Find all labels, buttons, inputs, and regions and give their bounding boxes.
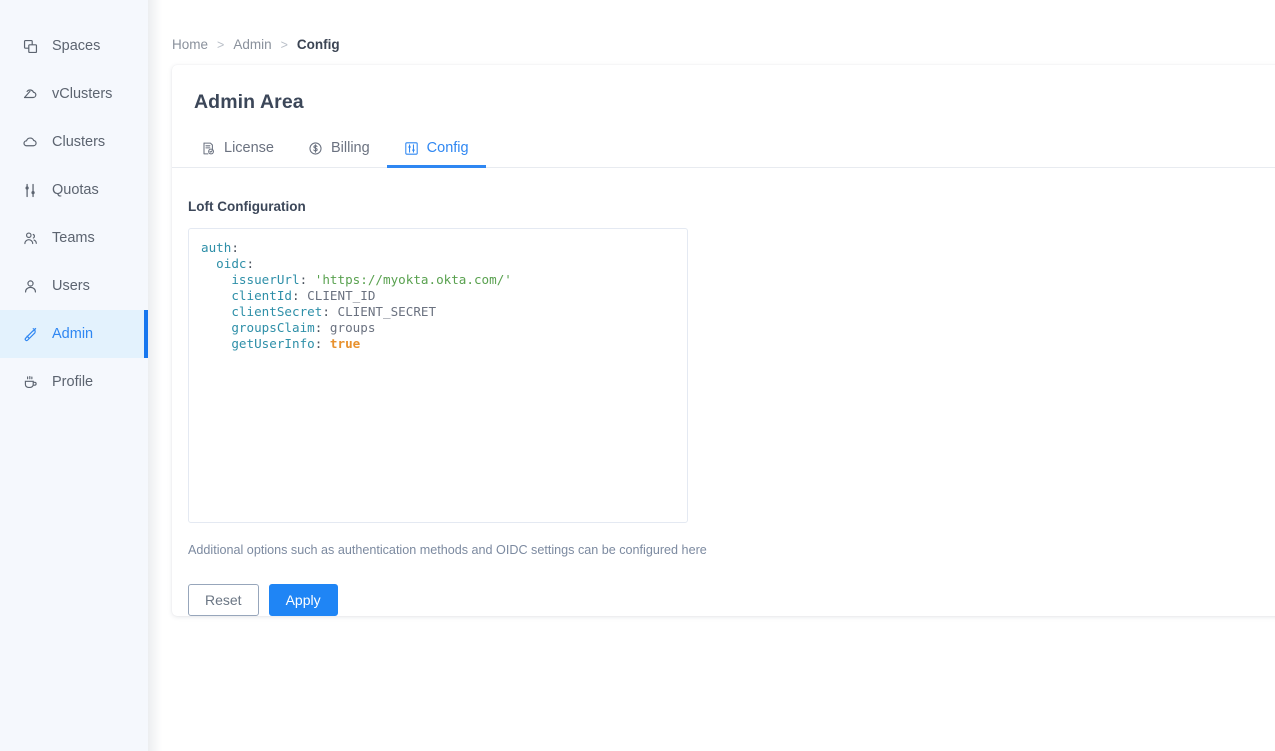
code-token-punct: : xyxy=(231,240,239,255)
sidebar-item-label: Admin xyxy=(52,327,93,342)
vclusters-icon xyxy=(22,86,39,103)
users-icon xyxy=(22,278,39,295)
breadcrumb-item-admin[interactable]: Admin xyxy=(233,37,271,52)
sidebar-item-vclusters[interactable]: vClusters xyxy=(0,70,148,118)
billing-icon xyxy=(308,141,323,156)
admin-icon xyxy=(22,326,39,343)
app-root: Spaces vClusters Clusters xyxy=(0,0,1275,751)
apply-button[interactable]: Apply xyxy=(269,584,338,616)
code-token-key: clientId xyxy=(201,288,292,303)
sidebar-item-label: Quotas xyxy=(52,183,99,198)
code-line: groupsClaim: groups xyxy=(201,320,687,336)
tab-label: Billing xyxy=(331,140,370,156)
code-token-key: groupsClaim xyxy=(201,320,315,335)
sidebar: Spaces vClusters Clusters xyxy=(0,0,148,751)
breadcrumb-item-config: Config xyxy=(297,37,340,52)
clusters-icon xyxy=(22,134,39,151)
breadcrumb-item-home[interactable]: Home xyxy=(172,37,208,52)
sidebar-item-label: vClusters xyxy=(52,87,112,102)
sidebar-item-admin[interactable]: Admin xyxy=(0,310,148,358)
config-hint-text: Additional options such as authenticatio… xyxy=(172,523,1275,557)
code-line: issuerUrl: 'https://myokta.okta.com/' xyxy=(201,272,687,288)
teams-icon xyxy=(22,230,39,247)
code-token-bool: true xyxy=(330,336,360,351)
sidebar-item-teams[interactable]: Teams xyxy=(0,214,148,262)
code-token-punct: : xyxy=(322,304,337,319)
config-icon xyxy=(404,141,419,156)
code-token-plain: groups xyxy=(330,320,376,335)
config-yaml-editor[interactable]: auth: oidc: issuerUrl: 'https://myokta.o… xyxy=(188,228,688,523)
code-token-punct: : xyxy=(315,336,330,351)
breadcrumb-separator: > xyxy=(217,38,224,52)
page-title: Admin Area xyxy=(172,65,1275,114)
spaces-icon xyxy=(22,38,39,55)
code-token-plain: CLIENT_SECRET xyxy=(338,304,437,319)
code-line: oidc: xyxy=(201,256,687,272)
tab-label: Config xyxy=(427,140,469,156)
code-token-punct: : xyxy=(247,256,255,271)
quotas-icon xyxy=(22,182,39,199)
sidebar-item-profile[interactable]: Profile xyxy=(0,358,148,406)
section-label: Loft Configuration xyxy=(172,168,1275,214)
code-token-key: auth xyxy=(201,240,231,255)
code-token-punct: : xyxy=(300,272,315,287)
code-line: getUserInfo: true xyxy=(201,336,687,352)
code-token-key: oidc xyxy=(201,256,247,271)
sidebar-item-label: Profile xyxy=(52,375,93,390)
admin-panel: Admin Area License xyxy=(172,65,1275,616)
sidebar-item-clusters[interactable]: Clusters xyxy=(0,118,148,166)
code-line: clientSecret: CLIENT_SECRET xyxy=(201,304,687,320)
action-button-row: Reset Apply xyxy=(172,557,1275,616)
code-token-key: getUserInfo xyxy=(201,336,315,351)
tab-billing[interactable]: Billing xyxy=(291,140,387,167)
main-content: Home > Admin > Config Admin Area xyxy=(148,0,1275,751)
sidebar-item-label: Spaces xyxy=(52,39,100,54)
code-token-punct: : xyxy=(292,288,307,303)
sidebar-item-label: Clusters xyxy=(52,135,105,150)
tab-bar: License Billing xyxy=(172,129,1275,168)
sidebar-item-quotas[interactable]: Quotas xyxy=(0,166,148,214)
code-line: auth: xyxy=(201,240,687,256)
license-icon xyxy=(201,141,216,156)
tab-license[interactable]: License xyxy=(184,140,291,167)
code-token-key: issuerUrl xyxy=(201,272,300,287)
breadcrumb-separator: > xyxy=(281,38,288,52)
sidebar-item-label: Teams xyxy=(52,231,95,246)
sidebar-item-users[interactable]: Users xyxy=(0,262,148,310)
code-line: clientId: CLIENT_ID xyxy=(201,288,687,304)
code-token-str: 'https://myokta.okta.com/' xyxy=(315,272,512,287)
reset-button[interactable]: Reset xyxy=(188,584,259,616)
sidebar-item-spaces[interactable]: Spaces xyxy=(0,22,148,70)
tab-label: License xyxy=(224,140,274,156)
sidebar-item-label: Users xyxy=(52,279,90,294)
code-token-key: clientSecret xyxy=(201,304,322,319)
profile-icon xyxy=(22,374,39,391)
breadcrumb: Home > Admin > Config xyxy=(148,0,1275,63)
code-token-plain: CLIENT_ID xyxy=(307,288,375,303)
code-token-punct: : xyxy=(315,320,330,335)
tab-config[interactable]: Config xyxy=(387,140,486,167)
